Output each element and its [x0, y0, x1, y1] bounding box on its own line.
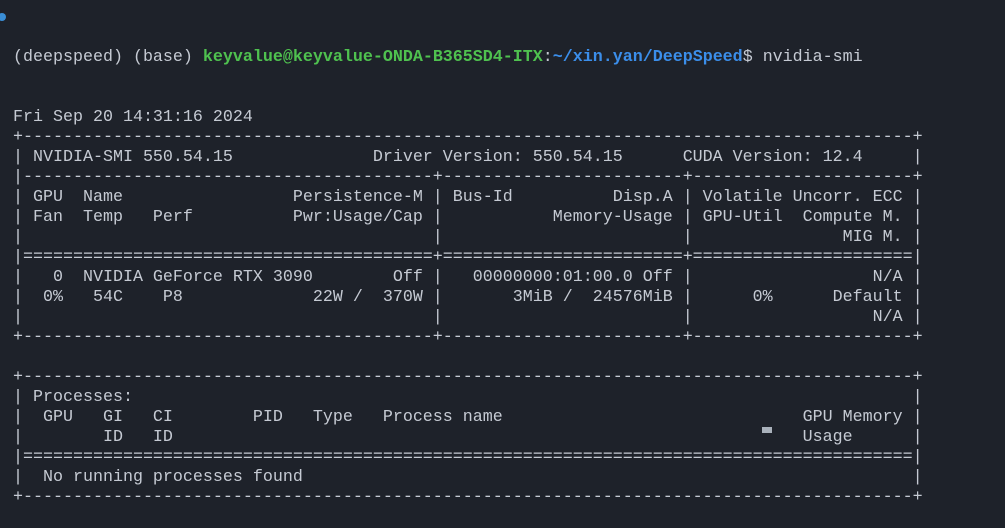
output-line: |=======================================…	[13, 448, 923, 467]
output-line: | NVIDIA-SMI 550.54.15 Driver Version: 5…	[13, 148, 923, 167]
output-line: | GPU Name Persistence-M | Bus-Id Disp.A…	[13, 188, 923, 207]
output-line: | ID ID Usage |	[13, 428, 923, 447]
prompt-line: (deepspeed) (base) keyvalue@keyvalue-OND…	[13, 48, 923, 68]
output-line: | 0 NVIDIA GeForce RTX 3090 Off | 000000…	[13, 268, 923, 287]
output-line: +---------------------------------------…	[13, 328, 923, 347]
output-line: | 0% 54C P8 22W / 370W | 3MiB / 24576MiB…	[13, 288, 923, 307]
output-line: +---------------------------------------…	[13, 368, 923, 387]
command: nvidia-smi	[762, 48, 863, 67]
output-line: | No running processes found |	[13, 468, 923, 487]
prompt-separator: :	[542, 48, 553, 67]
terminal[interactable]: (deepspeed) (base) keyvalue@keyvalue-OND…	[13, 8, 923, 528]
user-host: keyvalue@keyvalue-ONDA-B365SD4-ITX	[202, 48, 543, 67]
terminal-cursor	[762, 427, 772, 433]
output-line: +---------------------------------------…	[13, 488, 923, 507]
output-line: |---------------------------------------…	[13, 168, 923, 187]
output-line: | GPU GI CI PID Type Process name GPU Me…	[13, 408, 923, 427]
output-line: |=======================================…	[13, 248, 923, 267]
prompt-status-dot-icon	[0, 13, 6, 21]
working-directory: ~/xin.yan/DeepSpeed	[552, 48, 743, 67]
output-line: +---------------------------------------…	[13, 128, 923, 147]
command-output: Fri Sep 20 14:31:16 2024 +---------------…	[13, 108, 923, 508]
output-line: | | | N/A |	[13, 308, 923, 327]
output-line: | | | MIG M. |	[13, 228, 923, 247]
prompt-symbol: $	[742, 48, 763, 67]
output-line: Fri Sep 20 14:31:16 2024	[13, 108, 253, 127]
conda-env: (deepspeed) (base)	[13, 48, 203, 67]
output-line: | Processes: |	[13, 388, 923, 407]
output-line: | Fan Temp Perf Pwr:Usage/Cap | Memory-U…	[13, 208, 923, 227]
